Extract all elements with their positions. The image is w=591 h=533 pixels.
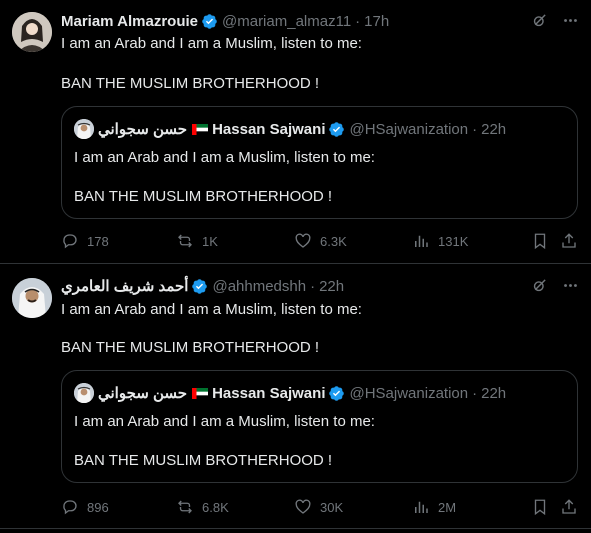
tweet-text: I am an Arab and I am a Muslim, listen t…	[61, 35, 362, 52]
quoted-tweet[interactable]: حسن سجواني Hassan Sajwani @HSajwanizatio…	[61, 370, 578, 483]
views-icon	[415, 501, 428, 513]
quoted-author-name-arabic[interactable]: حسن سجواني	[98, 384, 187, 402]
reply-icon	[63, 500, 77, 515]
quoted-timestamp[interactable]: 22h	[481, 121, 506, 138]
uae-flag-icon	[192, 123, 209, 135]
separator: ·	[310, 277, 316, 295]
reply-icon	[63, 234, 77, 249]
reply-button[interactable]: 178	[61, 232, 109, 250]
like-count: 6.3K	[320, 233, 347, 249]
like-count: 30K	[320, 499, 344, 515]
author-handle[interactable]: @mariam_almaz11	[222, 13, 351, 30]
verified-badge-icon	[202, 13, 217, 29]
author-handle[interactable]: @ahhmedshh	[212, 278, 306, 295]
timestamp[interactable]: 22h	[319, 278, 344, 295]
separator: ·	[472, 384, 478, 402]
repost-icon	[178, 234, 192, 248]
quoted-tweet-text: I am an Arab and I am a Muslim, listen t…	[74, 149, 375, 166]
more-icon[interactable]	[562, 12, 579, 29]
tweet[interactable]: Mariam Almazrouie @mariam_almaz11 · 17h …	[0, 0, 591, 264]
verified-badge-icon	[192, 278, 208, 294]
repost-button[interactable]: 1K	[176, 232, 218, 250]
timestamp[interactable]: 17h	[364, 13, 389, 30]
quoted-tweet-text: BAN THE MUSLIM BROTHERHOOD !	[74, 452, 333, 469]
reply-count: 896	[87, 499, 109, 515]
views-count: 2M	[438, 499, 457, 515]
bookmark-icon	[534, 499, 546, 516]
tweet-actions: 178 1K 6.3K 131K	[61, 231, 579, 251]
quoted-tweet[interactable]: حسن سجواني Hassan Sajwani @HSajwanizatio…	[61, 106, 578, 219]
verified-badge-icon	[329, 121, 345, 137]
tweet-top-actions	[531, 277, 579, 294]
bookmark-icon	[534, 233, 546, 250]
tweet-text: BAN THE MUSLIM BROTHERHOOD !	[61, 339, 320, 356]
tweet-header: أحمد شريف العامري @ahhmedshh · 22h	[61, 276, 344, 296]
share-button[interactable]	[560, 498, 578, 516]
quoted-author-handle[interactable]: @HSajwanization	[349, 385, 468, 402]
verified-badge-icon	[329, 385, 345, 401]
bookmark-button[interactable]	[531, 232, 549, 250]
views-button[interactable]: 131K	[412, 232, 468, 250]
share-icon	[562, 499, 576, 514]
quoted-timestamp[interactable]: 22h	[481, 385, 506, 402]
repost-count: 1K	[202, 233, 218, 249]
separator: ·	[355, 12, 361, 30]
heart-icon	[295, 233, 311, 248]
quoted-tweet-header: حسن سجواني Hassan Sajwani @HSajwanizatio…	[74, 119, 506, 139]
views-count: 131K	[438, 233, 469, 249]
tweet-header: Mariam Almazrouie @mariam_almaz11 · 17h	[61, 11, 389, 31]
like-button[interactable]: 30K	[294, 498, 343, 516]
repost-button[interactable]: 6.8K	[176, 498, 229, 516]
quoted-tweet-text: I am an Arab and I am a Muslim, listen t…	[74, 413, 375, 430]
tweet-text: BAN THE MUSLIM BROTHERHOOD !	[61, 75, 320, 92]
uae-flag-icon	[192, 387, 209, 399]
avatar[interactable]	[74, 383, 94, 403]
heart-icon	[295, 499, 311, 514]
grok-icon[interactable]	[531, 277, 548, 294]
tweet-text: I am an Arab and I am a Muslim, listen t…	[61, 301, 362, 318]
repost-icon	[178, 500, 192, 514]
reply-count: 178	[87, 233, 109, 249]
share-icon	[562, 233, 576, 248]
views-icon	[415, 235, 428, 247]
author-name[interactable]: أحمد شريف العامري	[61, 277, 188, 295]
bookmark-button[interactable]	[531, 498, 549, 516]
avatar[interactable]	[74, 119, 94, 139]
tweet-actions: 896 6.8K 30K 2M	[61, 497, 579, 517]
quoted-author-name[interactable]: Hassan Sajwani	[212, 385, 325, 402]
like-button[interactable]: 6.3K	[294, 232, 347, 250]
reply-button[interactable]: 896	[61, 498, 109, 516]
avatar[interactable]	[12, 12, 52, 52]
views-button[interactable]: 2M	[412, 498, 456, 516]
repost-count: 6.8K	[202, 499, 229, 515]
share-button[interactable]	[560, 232, 578, 250]
quoted-tweet-header: حسن سجواني Hassan Sajwani @HSajwanizatio…	[74, 383, 506, 403]
quoted-author-name-arabic[interactable]: حسن سجواني	[98, 120, 187, 138]
avatar[interactable]	[12, 278, 52, 318]
quoted-tweet-text: BAN THE MUSLIM BROTHERHOOD !	[74, 188, 333, 205]
tweet-top-actions	[531, 12, 579, 29]
more-icon[interactable]	[562, 277, 579, 294]
author-name[interactable]: Mariam Almazrouie	[61, 13, 198, 30]
quoted-author-handle[interactable]: @HSajwanization	[349, 121, 468, 138]
quoted-author-name[interactable]: Hassan Sajwani	[212, 121, 325, 138]
separator: ·	[472, 120, 478, 138]
grok-icon[interactable]	[531, 12, 548, 29]
tweet[interactable]: أحمد شريف العامري @ahhmedshh · 22h I am …	[0, 264, 591, 533]
